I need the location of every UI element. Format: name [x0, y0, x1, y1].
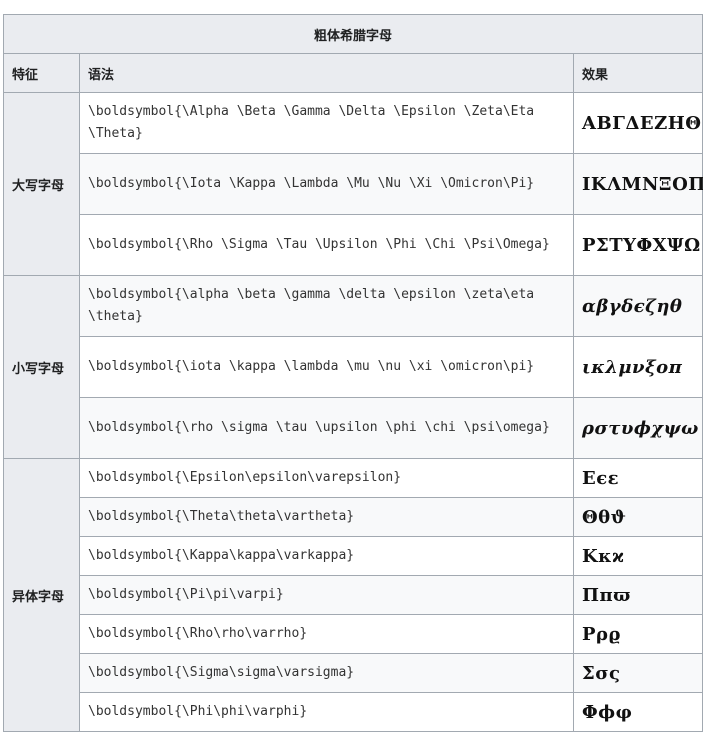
result-cell: Κκϰ: [573, 536, 703, 576]
result-cell: ΑΒΓΔΕΖΗΘ: [573, 92, 703, 154]
syntax-cell: \boldsymbol{\rho \sigma \tau \upsilon \p…: [79, 397, 574, 459]
table-row: 小写字母 \boldsymbol{\alpha \beta \gamma \de…: [3, 275, 703, 459]
header-syntax: 语法: [79, 53, 574, 93]
syntax-cell: \boldsymbol{\Theta\theta\vartheta}: [79, 497, 574, 537]
syntax-cell: \boldsymbol{\Rho\rho\varrho}: [79, 614, 574, 654]
result-cell: ρστυϕχψω: [573, 397, 703, 459]
syntax-cell: \boldsymbol{\alpha \beta \gamma \delta \…: [79, 275, 574, 337]
header-feature: 特征: [3, 53, 80, 93]
syntax-cell: \boldsymbol{\Rho \Sigma \Tau \Upsilon \P…: [79, 214, 574, 276]
result-cell: ΡΣΤΥΦΧΨΩ: [573, 214, 703, 276]
table-caption: 粗体希腊字母: [3, 14, 703, 54]
result-cell: Ρρϱ: [573, 614, 703, 654]
result-cell: αβγδϵζηθ: [573, 275, 703, 337]
result-cell: ικλμνξοπ: [573, 336, 703, 398]
result-cell: Σσς: [573, 653, 703, 693]
table-row: \boldsymbol{\iota \kappa \lambda \mu \nu…: [4, 336, 703, 398]
syntax-cell: \boldsymbol{\Kappa\kappa\varkappa}: [79, 536, 574, 576]
greek-bold-table: 粗体希腊字母 特征 语法 效果 大写字母 \boldsymbol{\Alpha …: [3, 14, 703, 732]
table-row: \boldsymbol{\Phi\phi\varphi} Φϕφ: [4, 692, 703, 732]
syntax-cell: \boldsymbol{\iota \kappa \lambda \mu \nu…: [79, 336, 574, 398]
syntax-cell: \boldsymbol{\Pi\pi\varpi}: [79, 575, 574, 615]
group-label-uppercase: 大写字母: [3, 92, 80, 276]
syntax-cell: \boldsymbol{\Epsilon\epsilon\varepsilon}: [79, 458, 574, 498]
table-row: \boldsymbol{\Sigma\sigma\varsigma} Σσς: [4, 653, 703, 693]
group-label-variant: 异体字母: [3, 458, 80, 732]
result-cell: Εϵε: [573, 458, 703, 498]
syntax-cell: \boldsymbol{\Iota \Kappa \Lambda \Mu \Nu…: [79, 153, 574, 215]
table-row: \boldsymbol{\Theta\theta\vartheta} Θθϑ: [4, 497, 703, 537]
syntax-cell: \boldsymbol{\Alpha \Beta \Gamma \Delta \…: [79, 92, 574, 154]
table-row: 大写字母 \boldsymbol{\Alpha \Beta \Gamma \De…: [3, 92, 703, 276]
table-row: \boldsymbol{\Rho \Sigma \Tau \Upsilon \P…: [4, 214, 703, 276]
table-row: \boldsymbol{\rho \sigma \tau \upsilon \p…: [4, 397, 703, 459]
result-cell: Φϕφ: [573, 692, 703, 732]
syntax-cell: \boldsymbol{\Phi\phi\varphi}: [79, 692, 574, 732]
table-row: \boldsymbol{\Rho\rho\varrho} Ρρϱ: [4, 614, 703, 654]
result-cell: Ππϖ: [573, 575, 703, 615]
greek-bold-table-container: 粗体希腊字母 特征 语法 效果 大写字母 \boldsymbol{\Alpha …: [3, 14, 703, 732]
table-row: \boldsymbol{\Pi\pi\varpi} Ππϖ: [4, 575, 703, 615]
result-cell: ΙΚΛΜΝΞΟΠ: [573, 153, 703, 215]
syntax-cell: \boldsymbol{\Sigma\sigma\varsigma}: [79, 653, 574, 693]
header-result: 效果: [573, 53, 703, 93]
table-row: \boldsymbol{\Iota \Kappa \Lambda \Mu \Nu…: [4, 153, 703, 215]
result-cell: Θθϑ: [573, 497, 703, 537]
table-row: 异体字母 \boldsymbol{\Epsilon\epsilon\vareps…: [3, 458, 703, 732]
table-row: \boldsymbol{\Kappa\kappa\varkappa} Κκϰ: [4, 536, 703, 576]
group-label-lowercase: 小写字母: [3, 275, 80, 459]
